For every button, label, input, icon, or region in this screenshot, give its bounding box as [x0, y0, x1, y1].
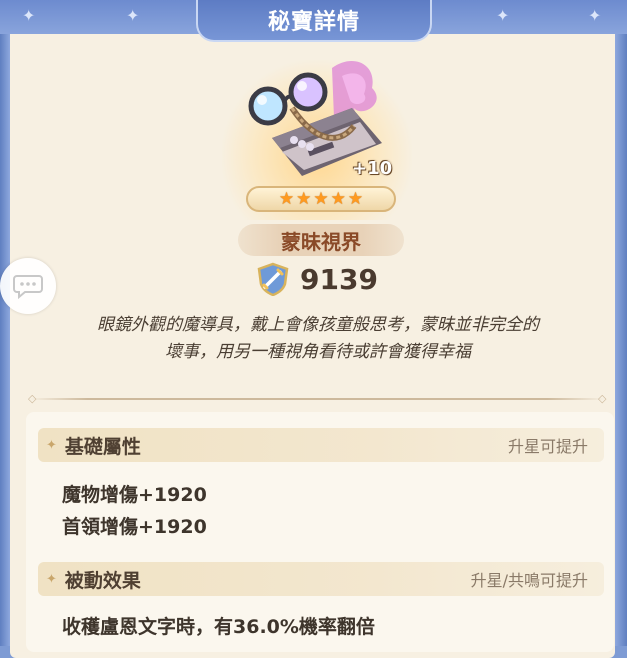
- enhance-level: +10: [352, 158, 393, 179]
- sword-shield-icon: [257, 262, 289, 296]
- sparkle-icon: ✦: [496, 6, 510, 25]
- effect-line: 收穫盧恩文字時，有36.0%機率翻倍: [62, 616, 375, 638]
- star-icon: ★: [313, 188, 329, 209]
- section-hint: 升星/共鳴可提升: [470, 571, 588, 590]
- page-title: 秘寶詳情: [267, 10, 360, 35]
- sparkle-icon: ✦: [588, 6, 602, 25]
- power-row: 9139: [256, 262, 378, 296]
- section-title: 基礎屬性: [64, 435, 141, 458]
- basic-attributes-header: ✦ 基礎屬性 升星可提升: [38, 428, 604, 462]
- title-tab: 秘寶詳情: [196, 0, 432, 42]
- sparkle-icon: ✦: [22, 6, 36, 25]
- chat-button[interactable]: [0, 258, 56, 314]
- sparkle-icon: ✦: [126, 6, 140, 25]
- stat-line: 魔物增傷+1920: [62, 484, 207, 506]
- diamond-icon: ◇: [28, 392, 37, 405]
- diamond-icon: ✦: [46, 571, 57, 587]
- item-name-plate: 蒙昧視界: [238, 224, 404, 256]
- description-line: 壞事，用另一種視角看待或許會獲得幸福: [165, 342, 471, 362]
- star-rating: ★ ★ ★ ★ ★: [246, 186, 396, 212]
- diamond-icon: ✦: [46, 437, 57, 453]
- passive-effect-header: ✦ 被動效果 升星/共鳴可提升: [38, 562, 604, 596]
- chat-bubble-icon: [13, 275, 43, 299]
- window-frame-left: [0, 0, 10, 646]
- item-description: 眼鏡外觀的魔導具，戴上會像孩童般思考，蒙昧並非完全的 壞事，用另一種視角看待或許…: [40, 312, 596, 366]
- section-title: 被動效果: [64, 569, 141, 592]
- star-icon: ★: [278, 188, 295, 209]
- section-hint: 升星可提升: [507, 437, 588, 456]
- section-divider: [30, 398, 605, 400]
- stat-line: 首領增傷+1920: [62, 516, 207, 538]
- star-icon: ★: [347, 188, 364, 209]
- star-icon: ★: [296, 188, 312, 209]
- item-name: 蒙昧視界: [281, 229, 361, 254]
- description-line: 眼鏡外觀的魔導具，戴上會像孩童般思考，蒙昧並非完全的: [97, 315, 539, 335]
- power-value: 9139: [300, 262, 378, 296]
- star-icon: ★: [330, 188, 346, 209]
- window-frame-right: [615, 0, 627, 646]
- diamond-icon: ◇: [598, 392, 607, 405]
